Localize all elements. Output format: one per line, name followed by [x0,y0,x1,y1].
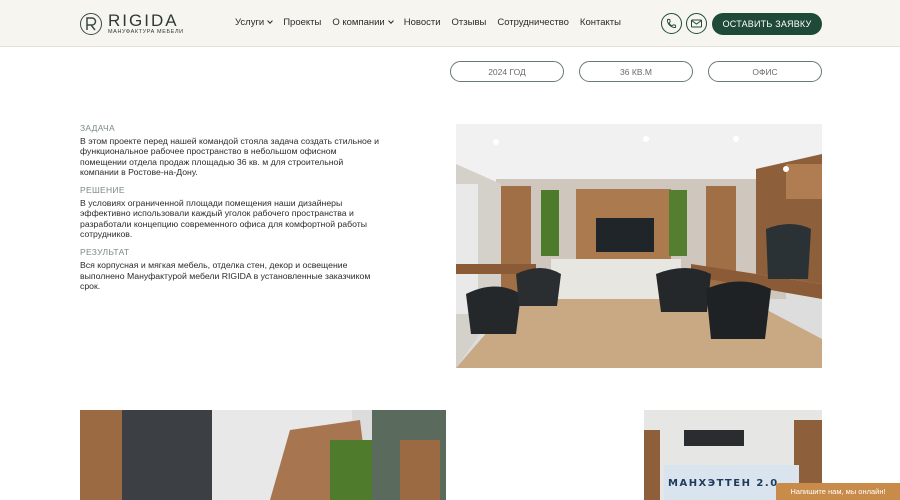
nav-item-news[interactable]: Новости [404,17,441,28]
solution-text: В условиях ограниченной площади помещени… [80,198,367,240]
nav-item-contacts[interactable]: Контакты [580,17,621,28]
logo-name: RIGIDA [108,11,179,30]
phone-icon [666,18,677,29]
project-photo-2[interactable] [80,410,446,500]
project-photo-main[interactable] [456,124,822,368]
result-title: РЕЗУЛЬТАТ [80,247,130,258]
request-button[interactable]: ОСТАВИТЬ ЗАЯВКУ [712,13,822,35]
nav-item-cooperation[interactable]: Сотрудничество [497,17,569,28]
sign-text: МАНХЭТТЕН 2.0 [668,478,779,489]
nav-item-projects[interactable]: Проекты [283,17,321,28]
tag-type: ОФИС [708,61,822,82]
tag-year: 2024 ГОД [450,61,564,82]
nav-item-reviews[interactable]: Отзывы [452,17,487,28]
nav-label: Отзывы [451,17,487,28]
nav-label: Новости [403,17,441,28]
nav-label: О компании [332,17,385,28]
chevron-down-icon [387,18,394,24]
logo-subtitle: МАНУФАКТУРА МЕБЕЛИ [108,29,184,35]
main-nav: Услуги Проекты О компании Новости Отзывы… [235,17,632,28]
nav-item-about[interactable]: О компании [332,17,394,28]
chevron-down-icon [267,18,274,24]
solution-title: РЕШЕНИЕ [80,185,125,196]
task-title: ЗАДАЧА [80,123,115,133]
nav-label: Проекты [283,17,322,28]
mail-icon [691,19,702,28]
mail-button[interactable] [686,13,707,34]
phone-button[interactable] [661,13,682,34]
site-header: RIGIDA МАНУФАКТУРА МЕБЕЛИ Услуги Проекты… [0,0,900,47]
nav-label: Контакты [579,17,621,28]
nav-item-services[interactable]: Услуги [235,17,274,28]
nav-label: Сотрудничество [497,17,569,28]
logo[interactable]: RIGIDA МАНУФАКТУРА МЕБЕЛИ [80,12,184,36]
result-text: Вся корпусная и мягкая мебель, отделка с… [80,260,371,291]
logo-icon [80,12,102,35]
chat-widget[interactable]: Напишите нам, мы онлайн! [776,483,900,500]
nav-label: Услуги [235,17,265,28]
task-text: В этом проекте перед нашей командой стоя… [80,136,379,177]
project-description: ЗАДАЧА В этом проекте перед нашей команд… [80,123,380,299]
tag-area: 36 КВ.М [579,61,693,82]
